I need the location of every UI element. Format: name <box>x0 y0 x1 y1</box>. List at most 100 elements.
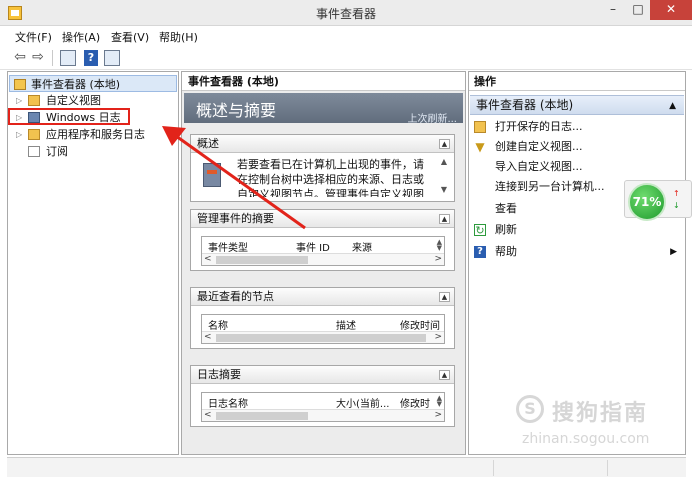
log-summary-panel: 日志摘要 ▲ 日志名称 大小(当前... 修改时 ▲ ▼ < > <box>190 365 455 427</box>
tree-item-custom-views[interactable]: ▷ 自定义视图 <box>8 92 176 109</box>
action-label: 导入自定义视图... <box>495 160 583 173</box>
panel-header[interactable]: 日志摘要 ▲ <box>191 366 454 384</box>
status-divider <box>607 460 608 476</box>
column-header[interactable]: 事件 ID <box>296 239 330 254</box>
summary-description: 若要查看已在计算机上出现的事件，请在控制台树中选择相应的来源、日志或自定义视图节… <box>237 158 424 197</box>
panel-header[interactable]: 最近查看的节点 ▲ <box>191 288 454 306</box>
minimize-button[interactable]: – <box>600 0 626 20</box>
collapse-icon[interactable]: ▲ <box>439 370 450 380</box>
toolbar: ⇦ ⇨ ? <box>0 46 692 70</box>
tree-item-label: 应用程序和服务日志 <box>46 128 145 141</box>
vertical-scrollbar[interactable]: ▲ ▼ <box>438 155 450 199</box>
menu-file[interactable]: 文件(F) <box>15 29 52 45</box>
scroll-left-icon[interactable]: < <box>204 254 212 265</box>
panel-title: 概述 <box>197 137 219 150</box>
action-create-custom-view[interactable]: ▼ 创建自定义视图... <box>469 137 685 157</box>
event-viewer-icon <box>14 79 26 90</box>
column-header[interactable]: 名称 <box>208 317 228 332</box>
summary-panel: 概述 ▲ 若要查看已在计算机上出现的事件，请在控制台树中选择相应的来源、日志或自… <box>190 134 455 202</box>
tree-item-app-service-logs[interactable]: ▷ 应用程序和服务日志 <box>8 126 176 143</box>
action-help[interactable]: ? 帮助 ▶ <box>469 242 685 262</box>
column-header[interactable]: 日志名称 <box>208 395 248 410</box>
network-speed-widget[interactable]: 71% ↑ ↓ <box>624 180 692 221</box>
last-refresh-link[interactable]: 上次刷新... <box>407 110 457 125</box>
sogou-logo-icon: S <box>516 395 544 423</box>
horizontal-scrollbar[interactable]: < > <box>202 331 444 343</box>
admin-events-table[interactable]: 事件类型 事件 ID 来源 ▲ ▼ < > <box>201 236 445 266</box>
status-divider <box>493 460 494 476</box>
action-label: 连接到另一台计算机... <box>495 180 605 193</box>
action-label: 创建自定义视图... <box>495 140 583 153</box>
scroll-arrows[interactable]: ▲ ▼ <box>437 239 442 252</box>
scroll-right-icon[interactable]: > <box>434 410 442 421</box>
menu-action[interactable]: 操作(A) <box>62 29 100 45</box>
close-button[interactable]: ✕ <box>650 0 692 20</box>
tree-item-label: 自定义视图 <box>46 94 101 107</box>
back-arrow-icon[interactable]: ⇦ <box>12 50 28 66</box>
scroll-arrows[interactable]: ▲ ▼ <box>437 395 442 408</box>
scroll-left-icon[interactable]: < <box>204 410 212 421</box>
menu-bar: 文件(F) 操作(A) 查看(V) 帮助(H) <box>0 26 692 46</box>
collapse-icon[interactable]: ▲ <box>439 139 450 149</box>
scroll-right-icon[interactable]: > <box>434 254 442 265</box>
overview-banner: 概述与摘要 上次刷新... <box>184 93 463 125</box>
scroll-right-icon[interactable]: > <box>434 332 442 343</box>
maximize-button[interactable]: □ <box>626 0 650 20</box>
tree-item-subscriptions[interactable]: 订阅 <box>8 143 176 160</box>
admin-events-panel: 管理事件的摘要 ▲ 事件类型 事件 ID 来源 ▲ ▼ < > <box>190 209 455 271</box>
column-header[interactable]: 来源 <box>352 239 372 254</box>
column-header[interactable]: 大小(当前... <box>336 395 389 410</box>
column-header[interactable]: 修改时 <box>400 395 430 410</box>
column-header[interactable]: 修改时间 <box>400 317 440 332</box>
show-hide-action-pane-icon[interactable] <box>104 50 120 66</box>
title-bar: 事件查看器 – □ ✕ <box>0 0 692 26</box>
menu-view[interactable]: 查看(V) <box>111 29 149 45</box>
expand-icon[interactable]: ▷ <box>16 130 25 139</box>
collapse-caret-icon[interactable]: ▲ <box>669 97 676 115</box>
scroll-thumb[interactable] <box>216 412 308 420</box>
center-pane: 事件查看器 (本地) 概述与摘要 上次刷新... 概述 ▲ 若要查看已在计算机上… <box>181 71 466 455</box>
action-import-custom-view[interactable]: 导入自定义视图... <box>469 157 685 177</box>
window-title: 事件查看器 <box>315 7 376 21</box>
panel-title: 日志摘要 <box>197 368 241 381</box>
scroll-thumb[interactable] <box>216 334 426 342</box>
column-header[interactable]: 事件类型 <box>208 239 248 254</box>
tree-root[interactable]: 事件查看器 (本地) <box>9 75 177 92</box>
panel-header[interactable]: 概述 ▲ <box>191 135 454 153</box>
actions-section-title: 事件查看器 (本地) <box>476 98 574 112</box>
horizontal-scrollbar[interactable]: < > <box>202 253 444 265</box>
show-hide-console-tree-icon[interactable] <box>60 50 76 66</box>
log-summary-table[interactable]: 日志名称 大小(当前... 修改时 ▲ ▼ < > <box>201 392 445 422</box>
actions-section-header[interactable]: 事件查看器 (本地) ▲ <box>470 95 684 115</box>
action-label: 刷新 <box>495 223 517 236</box>
toolbar-separator <box>52 50 53 66</box>
download-arrow-icon: ↓ <box>673 201 680 210</box>
subscription-icon <box>28 146 40 157</box>
action-open-saved-log[interactable]: 打开保存的日志... <box>469 117 685 137</box>
expand-icon[interactable]: ▷ <box>16 96 25 105</box>
panel-header[interactable]: 管理事件的摘要 ▲ <box>191 210 454 228</box>
collapse-icon[interactable]: ▲ <box>439 214 450 224</box>
tree-root-label: 事件查看器 (本地) <box>31 78 121 91</box>
watermark-url: zhinan.sogou.com <box>522 431 650 447</box>
folder-icon <box>28 129 40 140</box>
folder-open-icon <box>474 121 486 133</box>
scroll-left-icon[interactable]: < <box>204 332 212 343</box>
action-refresh[interactable]: ↻ 刷新 <box>469 220 685 240</box>
speed-percent: 71% <box>628 183 666 221</box>
status-bar <box>7 457 686 477</box>
tree-item-label: 订阅 <box>46 145 68 158</box>
scroll-thumb[interactable] <box>216 256 308 264</box>
console-tree: 事件查看器 (本地) ▷ 自定义视图 ▷ Windows 日志 ▷ 应用程序和服… <box>7 71 179 455</box>
collapse-icon[interactable]: ▲ <box>439 292 450 302</box>
column-header[interactable]: 描述 <box>336 317 356 332</box>
center-header: 事件查看器 (本地) <box>182 72 465 91</box>
horizontal-scrollbar[interactable]: < > <box>202 409 444 421</box>
menu-help[interactable]: 帮助(H) <box>159 29 198 45</box>
help-icon[interactable]: ? <box>84 50 98 66</box>
action-label: 查看 <box>495 202 517 215</box>
upload-arrow-icon: ↑ <box>673 189 680 198</box>
forward-arrow-icon[interactable]: ⇨ <box>30 50 46 66</box>
recent-nodes-table[interactable]: 名称 描述 修改时间 < > <box>201 314 445 344</box>
sogou-watermark: S 搜狗指南 zhinan.sogou.com <box>512 393 682 453</box>
